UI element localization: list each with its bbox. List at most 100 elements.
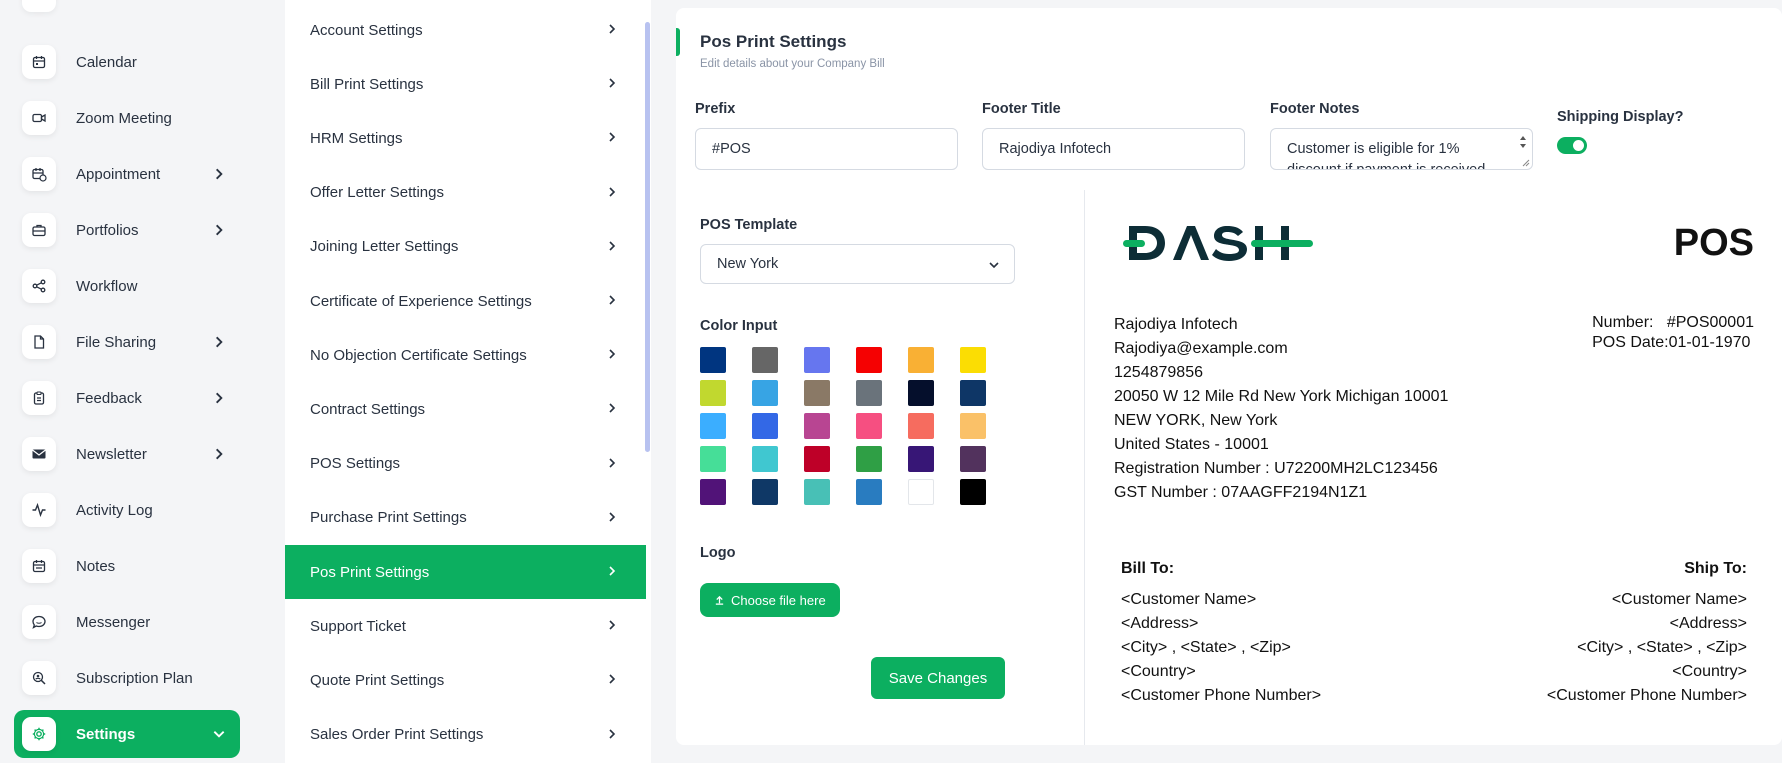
settings-item-contract-settings[interactable]: Contract Settings [285, 382, 646, 436]
color-swatch[interactable] [804, 479, 830, 505]
color-swatch[interactable] [960, 347, 986, 373]
color-swatch[interactable] [752, 347, 778, 373]
color-swatch[interactable] [960, 446, 986, 472]
color-swatch[interactable] [856, 347, 882, 373]
color-swatch[interactable] [960, 380, 986, 406]
settings-item-joining-letter-settings[interactable]: Joining Letter Settings [285, 220, 646, 274]
color-swatch[interactable] [804, 446, 830, 472]
nav-item-label: File Sharing [76, 333, 157, 351]
settings-item-sales-order-print-settings[interactable]: Sales Order Print Settings [285, 708, 646, 762]
color-input-label: Color Input [700, 318, 778, 334]
settings-item-label: Sales Order Print Settings [310, 726, 484, 744]
settings-item-label: Bill Print Settings [310, 75, 424, 93]
settings-item-bill-print-settings[interactable]: Bill Print Settings [285, 57, 646, 111]
bill-to-heading: Bill To: [1121, 560, 1175, 577]
calendar-clock-icon [22, 157, 56, 191]
chevron-right-icon [609, 729, 616, 739]
nav-item-zoom-meeting[interactable]: Zoom Meeting [14, 94, 240, 142]
nav-item-notes[interactable]: Notes [14, 542, 240, 590]
color-swatch[interactable] [856, 446, 882, 472]
nav-item-feedback[interactable]: Feedback [14, 374, 240, 422]
choose-file-button[interactable]: Choose file here [700, 583, 840, 617]
nav-item-messenger[interactable]: Messenger [14, 598, 240, 646]
nav-item-label: Messenger [76, 613, 151, 631]
color-swatch[interactable] [700, 446, 726, 472]
settings-menu-scrollbar[interactable] [645, 22, 650, 452]
settings-item-label: Offer Letter Settings [310, 184, 444, 202]
nav-item-label: Calendar [76, 53, 137, 71]
color-swatch[interactable] [752, 413, 778, 439]
settings-item-label: POS Settings [310, 455, 401, 473]
save-changes-button[interactable]: Save Changes [871, 657, 1005, 699]
color-swatch[interactable] [856, 479, 882, 505]
nav-item-label: Activity Log [76, 501, 153, 519]
settings-item-pos-print-settings[interactable]: Pos Print Settings [285, 545, 646, 599]
settings-item-purchase-print-settings[interactable]: Purchase Print Settings [285, 491, 646, 545]
textarea-spin-icon[interactable] [1518, 132, 1528, 152]
nav-item-newsletter[interactable]: Newsletter [14, 430, 240, 478]
color-swatch[interactable] [908, 380, 934, 406]
color-swatch[interactable] [804, 347, 830, 373]
nav-item-label: Zoom Meeting [76, 109, 172, 127]
footer-title-input[interactable] [982, 128, 1245, 170]
color-swatch[interactable] [804, 413, 830, 439]
activity-icon [22, 493, 56, 527]
color-swatch[interactable] [908, 479, 934, 505]
shipping-display-label: Shipping Display? [1557, 109, 1684, 125]
settings-item-offer-letter-settings[interactable]: Offer Letter Settings [285, 166, 646, 220]
color-swatch[interactable] [856, 413, 882, 439]
clipboard-icon [22, 381, 56, 415]
color-swatch[interactable] [752, 380, 778, 406]
pos-template-select[interactable]: New York [700, 244, 1015, 284]
prefix-input[interactable] [695, 128, 958, 170]
nav-item-label: Settings [76, 725, 136, 743]
ship-to-line: <Address> [1669, 615, 1747, 632]
settings-item-hrm-settings[interactable]: HRM Settings [285, 111, 646, 165]
nav-item-activity-log[interactable]: Activity Log [14, 486, 240, 534]
footer-notes-textarea[interactable]: Customer is eligible for 1% discount if … [1270, 128, 1533, 170]
nav-item-workflow[interactable]: Workflow [14, 262, 240, 310]
shipping-display-toggle[interactable] [1557, 137, 1587, 154]
settings-item-certificate-of-experience-settings[interactable]: Certificate of Experience Settings [285, 274, 646, 328]
upload-icon [715, 595, 724, 605]
color-swatch[interactable] [700, 347, 726, 373]
date-value: 01-01-1970 [1668, 334, 1751, 351]
settings-item-label: Certificate of Experience Settings [310, 292, 532, 310]
color-swatch[interactable] [700, 413, 726, 439]
nav-item-portfolios[interactable]: Portfolios [14, 206, 240, 254]
color-swatch[interactable] [752, 446, 778, 472]
chevron-right-icon [609, 241, 616, 251]
color-swatch[interactable] [908, 446, 934, 472]
nav-item-label: Workflow [76, 277, 138, 295]
nav-item-label: Newsletter [76, 445, 147, 463]
chevron-right-icon [609, 24, 616, 34]
nav-item-settings[interactable]: Settings [14, 710, 240, 758]
color-swatch[interactable] [856, 380, 882, 406]
pos-document-title: POS [1673, 222, 1754, 264]
nav-item-file-sharing[interactable]: File Sharing [14, 318, 240, 366]
color-swatch[interactable] [700, 479, 726, 505]
chevron-right-icon [609, 78, 616, 88]
color-swatch[interactable] [804, 380, 830, 406]
settings-item-quote-print-settings[interactable]: Quote Print Settings [285, 653, 646, 707]
briefcase-icon [22, 213, 56, 247]
color-swatch[interactable] [908, 347, 934, 373]
color-swatch[interactable] [700, 380, 726, 406]
settings-item-pos-settings[interactable]: POS Settings [285, 437, 646, 491]
chevron-down-icon [989, 262, 999, 269]
nav-item-partial[interactable] [22, 0, 56, 12]
color-swatch[interactable] [960, 413, 986, 439]
color-swatch[interactable] [960, 479, 986, 505]
chevron-right-icon [609, 349, 616, 359]
settings-item-support-ticket[interactable]: Support Ticket [285, 599, 646, 653]
nav-item-calendar[interactable]: Calendar [14, 38, 240, 86]
color-swatch[interactable] [752, 479, 778, 505]
resize-grip-icon[interactable] [1520, 157, 1530, 167]
nav-item-appointment[interactable]: Appointment [14, 150, 240, 198]
settings-item-no-objection-certificate-settings[interactable]: No Objection Certificate Settings [285, 328, 646, 382]
bill-to-block: Bill To: <Customer Name> <Address> <City> … [1121, 560, 1321, 708]
color-swatch[interactable] [908, 413, 934, 439]
nav-item-subscription-plan[interactable]: Subscription Plan [14, 654, 240, 702]
settings-item-account-settings[interactable]: Account Settings [285, 3, 646, 57]
settings-item-label: Joining Letter Settings [310, 238, 459, 256]
